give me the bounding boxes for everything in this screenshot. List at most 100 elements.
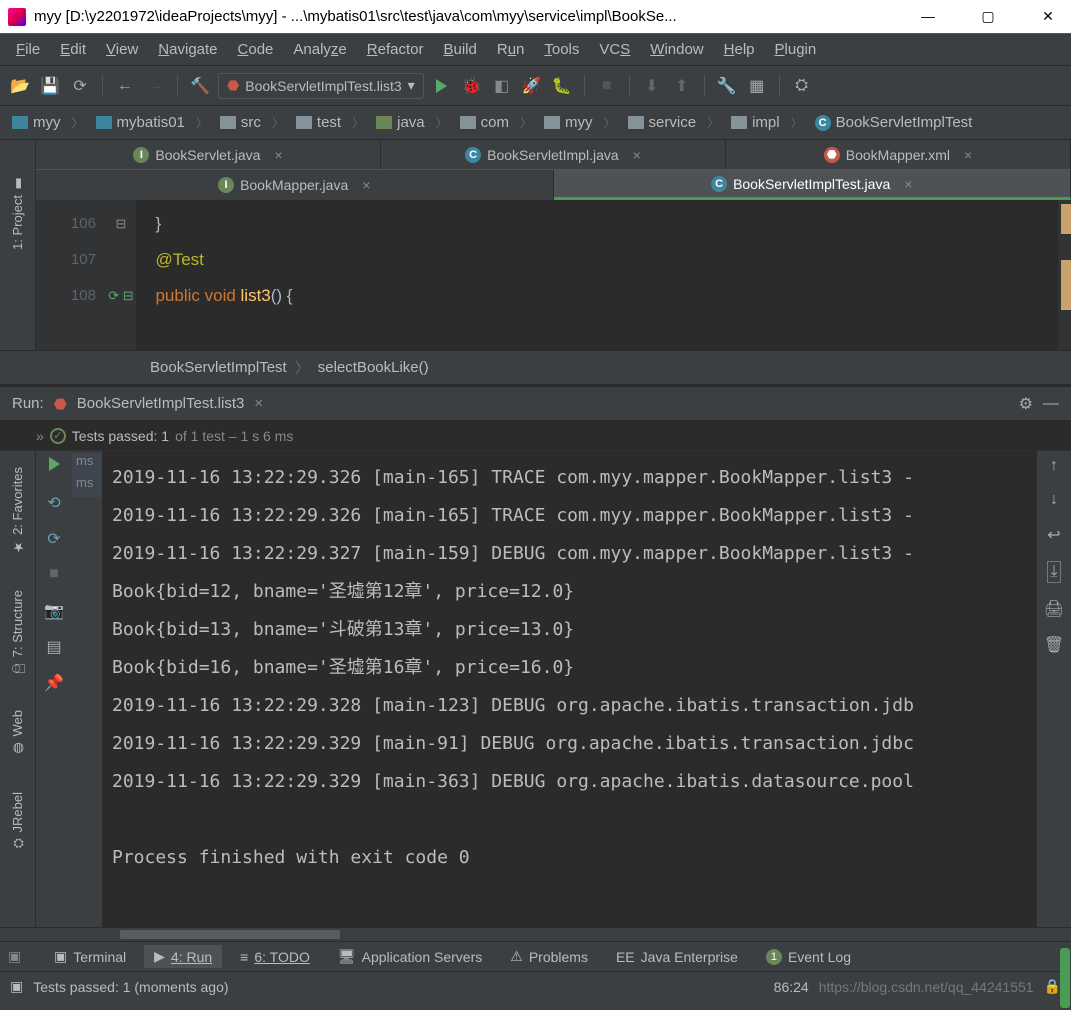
code-content[interactable]: } @Test public void list3() { <box>136 200 1057 350</box>
crumb-module[interactable]: mybatis01 <box>92 114 216 131</box>
tab-event-log[interactable]: 1 Event Log <box>756 946 861 968</box>
menu-build[interactable]: Build <box>433 38 486 61</box>
close-button[interactable]: ✕ <box>1033 8 1063 25</box>
up-icon[interactable]: ↑ <box>1050 457 1058 475</box>
close-icon[interactable]: × <box>904 176 912 192</box>
tab-structure[interactable]: ⎄ 7: Structure <box>10 584 25 680</box>
fold-icon[interactable]: ⊟ <box>106 206 136 242</box>
toggle-icon[interactable]: ⟲ <box>47 493 60 515</box>
crumb-class[interactable]: BookServletImplTest <box>150 359 287 376</box>
jrebel-icon[interactable]: ⛭ <box>790 74 814 98</box>
wrench-icon[interactable]: 🔧 <box>715 74 739 98</box>
vertical-scroll-thumb[interactable] <box>1060 948 1070 1008</box>
run-button[interactable] <box>430 74 454 98</box>
menu-analyze[interactable]: Analyze <box>283 38 356 61</box>
close-icon[interactable]: × <box>633 147 641 163</box>
minimize-button[interactable]: — <box>913 8 943 25</box>
menu-edit[interactable]: Edit <box>50 38 96 61</box>
run-gutter-icon[interactable]: ⟳ ⊟ <box>106 278 136 314</box>
tab-bookmapper-xml[interactable]: ⬣BookMapper.xml× <box>726 140 1071 169</box>
save-icon[interactable]: 💾 <box>38 74 62 98</box>
status-icon[interactable]: ▣ <box>10 978 23 995</box>
tool-window-icon[interactable]: ▣ <box>8 948 36 965</box>
close-icon[interactable]: × <box>362 177 370 193</box>
crumb-com[interactable]: com <box>456 114 540 131</box>
menu-refactor[interactable]: Refactor <box>357 38 434 61</box>
jrebel-debug-icon[interactable]: 🐛 <box>550 74 574 98</box>
forward-icon[interactable]: → <box>143 74 167 98</box>
crumb-method[interactable]: selectBookLike() <box>318 359 429 376</box>
crumb-myy[interactable]: myy <box>540 114 624 131</box>
clear-icon[interactable]: 🗑 <box>1044 635 1064 655</box>
tab-jrebel[interactable]: ⛭ JRebel <box>10 786 25 855</box>
console-output[interactable]: 2019-11-16 13:22:29.326 [main-165] TRACE… <box>102 451 1037 927</box>
run-tab-label[interactable]: BookServletImplTest.list3 <box>77 395 245 412</box>
menu-tools[interactable]: Tools <box>534 38 589 61</box>
gear-icon[interactable]: ⚙ <box>1019 394 1033 414</box>
crumb-impl[interactable]: impl <box>727 114 811 131</box>
expand-icon[interactable]: » <box>36 428 44 444</box>
vcs-icon2[interactable]: ⬆ <box>670 74 694 98</box>
menu-help[interactable]: Help <box>714 38 765 61</box>
jrebel-run-icon[interactable]: 🚀 <box>520 74 544 98</box>
pin-icon[interactable]: 📌 <box>44 673 64 695</box>
caret-position[interactable]: 86:24 <box>774 979 809 995</box>
maximize-button[interactable]: ▢ <box>973 8 1003 25</box>
minimize-icon[interactable]: — <box>1043 395 1059 413</box>
back-icon[interactable]: ← <box>113 74 137 98</box>
tab-run[interactable]: ▶ 4: Run <box>144 945 222 968</box>
soft-wrap-icon[interactable]: ↩ <box>1047 525 1060 545</box>
menu-navigate[interactable]: Navigate <box>148 38 227 61</box>
hammer-icon[interactable]: 🔨 <box>188 74 212 98</box>
tab-java-ee[interactable]: EE Java Enterprise <box>606 946 748 968</box>
close-icon[interactable]: × <box>274 147 282 163</box>
coverage-icon[interactable]: ◧ <box>490 74 514 98</box>
stop-icon[interactable]: ■ <box>49 565 59 587</box>
print-icon[interactable]: 🖨 <box>1044 599 1064 619</box>
menu-window[interactable]: Window <box>640 38 713 61</box>
tab-bookservletimpltest[interactable]: CBookServletImplTest.java× <box>554 170 1071 200</box>
menu-run[interactable]: Run <box>487 38 535 61</box>
open-icon[interactable]: 📂 <box>8 74 32 98</box>
rerun-icon[interactable] <box>49 457 60 479</box>
crumb-java[interactable]: java <box>372 114 456 131</box>
tab-app-servers[interactable]: 🖥 Application Servers <box>328 945 492 968</box>
stop-icon[interactable]: ■ <box>595 74 619 98</box>
fold-gutter[interactable]: ⊟ ⟳ ⊟ <box>106 200 136 350</box>
close-icon[interactable]: × <box>254 395 263 412</box>
layout-icon[interactable]: ▤ <box>46 637 61 659</box>
tab-bookservlet[interactable]: IBookServlet.java× <box>36 140 381 169</box>
crumb-test[interactable]: test <box>292 114 372 131</box>
down-icon[interactable]: ↓ <box>1050 491 1058 509</box>
vcs-icon[interactable]: ⬇ <box>640 74 664 98</box>
scroll-end-icon[interactable]: ⤓ <box>1047 561 1060 583</box>
menu-plugin[interactable]: Plugin <box>765 38 827 61</box>
dump-icon[interactable]: 📷 <box>44 601 64 623</box>
crumb-service[interactable]: service <box>624 114 728 131</box>
crumb-src[interactable]: src <box>216 114 292 131</box>
code-editor[interactable]: 106107108 ⊟ ⟳ ⊟ } @Test public void list… <box>36 200 1071 350</box>
tab-favorites[interactable]: ★ 2: Favorites <box>10 461 25 560</box>
menu-code[interactable]: Code <box>228 38 284 61</box>
tab-project[interactable]: 1: Project ▮ <box>10 170 25 256</box>
tab-terminal[interactable]: ▣ Terminal <box>44 945 136 968</box>
error-stripe[interactable] <box>1057 200 1071 350</box>
run-config-selector[interactable]: ⬣ BookServletImplTest.list3 ▾ <box>218 73 424 99</box>
close-icon[interactable]: × <box>964 147 972 163</box>
tab-problems[interactable]: ⚠ Problems <box>500 945 598 968</box>
structure-icon[interactable]: ▦ <box>745 74 769 98</box>
sync-icon[interactable]: ⟳ <box>68 74 92 98</box>
encoding-label[interactable]: 🔒 <box>1044 978 1061 995</box>
tab-bookmapper-java[interactable]: IBookMapper.java× <box>36 170 554 200</box>
horizontal-scrollbar[interactable] <box>0 927 1071 941</box>
tab-todo[interactable]: ≡ 6: TODO <box>230 946 320 968</box>
tab-web[interactable]: ◍ Web <box>10 704 25 762</box>
debug-icon[interactable]: 🐞 <box>460 74 484 98</box>
tab-bookservletimpl[interactable]: CBookServletImpl.java× <box>381 140 726 169</box>
menu-file[interactable]: File <box>6 38 50 61</box>
rerun-failed-icon[interactable]: ⟳ <box>47 529 60 551</box>
crumb-class[interactable]: CBookServletImplTest <box>811 114 992 131</box>
crumb-root[interactable]: myy <box>8 114 92 131</box>
menu-view[interactable]: View <box>96 38 148 61</box>
menu-vcs[interactable]: VCS <box>589 38 640 61</box>
